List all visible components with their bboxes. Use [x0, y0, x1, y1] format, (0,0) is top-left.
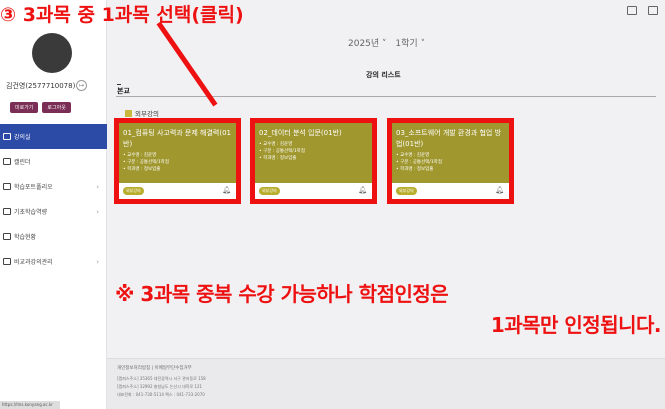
- course-type: • 구분 : 공통선택/1학점: [396, 160, 442, 165]
- monitor-icon: [3, 258, 11, 265]
- side-menu: 강의실 캘린더 학습포트폴리오 › 기초학습역량 › 학습현황 비교과강의관리 …: [0, 124, 107, 274]
- avatar: [32, 33, 72, 73]
- chevron-right-icon: ›: [96, 207, 99, 216]
- category-square-icon: [125, 109, 132, 117]
- course-tag: 외부강의: [396, 187, 417, 195]
- sidebar-item-calendar[interactable]: 캘린더: [0, 149, 107, 174]
- course-meta: • 교수명 : 김윤영 • 구분 : 공통선택/1학점 • 학과명 : 정보입출: [259, 141, 368, 162]
- sidebar-item-label: 캘린더: [14, 159, 31, 166]
- sidebar-item-classroom[interactable]: 강의실: [0, 124, 107, 149]
- course-professor: • 교수명 : 김윤영: [123, 153, 157, 158]
- footer-contact: 대표전화 : 041-730-5114 팩스 : 041-733-2070: [117, 392, 205, 397]
- pencil-icon: [3, 208, 11, 215]
- chevron-right-icon: ›: [96, 182, 99, 191]
- footer-address-1: [캠퍼스주소] 35365 대전광역시 서구 관저동로 158: [117, 376, 206, 381]
- user-buttons: 미로가기 로그아웃: [10, 102, 71, 113]
- card-footer: 외부강의 🔔︎: [255, 183, 372, 199]
- grid-icon[interactable]: [648, 6, 658, 15]
- sidebar-item-label: 비교과강의관리: [14, 259, 53, 266]
- card-footer: 외부강의 🔔︎: [392, 183, 509, 199]
- section-label: 본교: [117, 87, 130, 95]
- category-label-text: 외부강의: [135, 110, 159, 118]
- divider: [116, 96, 656, 97]
- course-tag: 외부강의: [259, 187, 280, 195]
- monitor-icon: [3, 133, 11, 140]
- page-title: 강의 리스트: [366, 71, 401, 79]
- sidebar-item-label: 강의실: [14, 134, 31, 141]
- sidebar: 김건영(2577710078) ↦ 미로가기 로그아웃 강의실 캘린더 학습포트…: [0, 0, 107, 409]
- card-footer: 외부강의 🔔︎: [119, 183, 236, 199]
- logout-button[interactable]: 로그아웃: [42, 102, 71, 113]
- page-footer: 개인정보처리방침 | 이메일무단수집거부 [캠퍼스주소] 35365 대전광역시…: [107, 358, 665, 409]
- mail-icon[interactable]: [627, 6, 637, 15]
- course-type: • 구분 : 공통선택/1학점: [123, 160, 169, 165]
- notice-line-2: 1과목만 인정됩니다.: [490, 313, 662, 337]
- course-professor: • 교수명 : 김윤영: [259, 142, 293, 147]
- course-dept: • 학과명 : 정보입출: [123, 167, 161, 172]
- course-meta: • 교수명 : 김윤영 • 구분 : 공통선택/1학점 • 학과명 : 정보입출: [396, 152, 505, 173]
- sidebar-item-label: 학습현황: [14, 234, 37, 241]
- course-meta: • 교수명 : 김윤영 • 구분 : 공통선택/1학점 • 학과명 : 정보입출: [123, 152, 232, 173]
- step-instruction: ③ 3과목 중 1과목 선택(클릭): [0, 4, 244, 26]
- sidebar-item-basic-competency[interactable]: 기초학습역량 ›: [0, 199, 107, 224]
- course-tag: 외부강의: [123, 187, 144, 195]
- year-select[interactable]: 2025년 ˅: [348, 39, 387, 49]
- bell-icon[interactable]: 🔔︎: [222, 186, 231, 194]
- folder-icon: [3, 183, 11, 190]
- footer-links[interactable]: 개인정보처리방침 | 이메일무단수집거부: [117, 365, 192, 371]
- calendar-icon: [3, 158, 11, 165]
- term-select[interactable]: 1학기 ˅: [395, 39, 425, 49]
- course-dept: • 학과명 : 정보입출: [396, 167, 434, 172]
- course-card-2[interactable]: 02_데이터 분석 입문(01반) • 교수명 : 김윤영 • 구분 : 공통선…: [250, 118, 377, 204]
- divider: [117, 84, 121, 85]
- status-bar-url: https://lms.konyang.ac.kr: [0, 401, 60, 409]
- chevron-right-icon: ›: [96, 257, 99, 266]
- course-card-1[interactable]: 01_컴퓨팅 사고력과 문제 해결력(01반) • 교수명 : 김윤영 • 구분…: [114, 118, 241, 204]
- logout-icon[interactable]: ↦: [76, 80, 87, 91]
- course-card-3[interactable]: 03_소프트웨어 개발 환경과 협업 방법(01반) • 교수명 : 김윤영 •…: [387, 118, 514, 204]
- course-title[interactable]: 01_컴퓨팅 사고력과 문제 해결력(01반): [123, 128, 232, 150]
- bell-icon[interactable]: 🔔︎: [358, 186, 367, 194]
- bell-icon[interactable]: 🔔︎: [495, 186, 504, 194]
- sidebar-item-learning-status[interactable]: 학습현황: [0, 224, 107, 249]
- sidebar-item-label: 학습포트폴리오: [14, 184, 53, 191]
- sidebar-item-portfolio[interactable]: 학습포트폴리오 ›: [0, 174, 107, 199]
- course-professor: • 교수명 : 김윤영: [396, 153, 430, 158]
- sidebar-item-extracurricular[interactable]: 비교과강의관리 ›: [0, 249, 107, 274]
- shortcut-button[interactable]: 미로가기: [10, 102, 39, 113]
- chart-icon: [3, 233, 11, 240]
- course-type: • 구분 : 공통선택/1학점: [259, 149, 305, 154]
- course-dept: • 학과명 : 정보입출: [259, 156, 297, 161]
- footer-address-2: [캠퍼스주소] 32992 충청남도 논산시 대학로 121: [117, 384, 203, 389]
- course-title[interactable]: 02_데이터 분석 입문(01반): [259, 128, 368, 139]
- user-name: 김건영(2577710078): [6, 82, 76, 90]
- sidebar-item-label: 기초학습역량: [14, 209, 48, 216]
- semester-selector: 2025년 ˅ 1학기 ˅: [348, 36, 431, 49]
- notice-line-1: ※ 3과목 중복 수강 가능하나 학점인정은: [115, 282, 449, 306]
- category-label: 외부강의: [125, 108, 159, 118]
- course-title[interactable]: 03_소프트웨어 개발 환경과 협업 방법(01반): [396, 128, 505, 150]
